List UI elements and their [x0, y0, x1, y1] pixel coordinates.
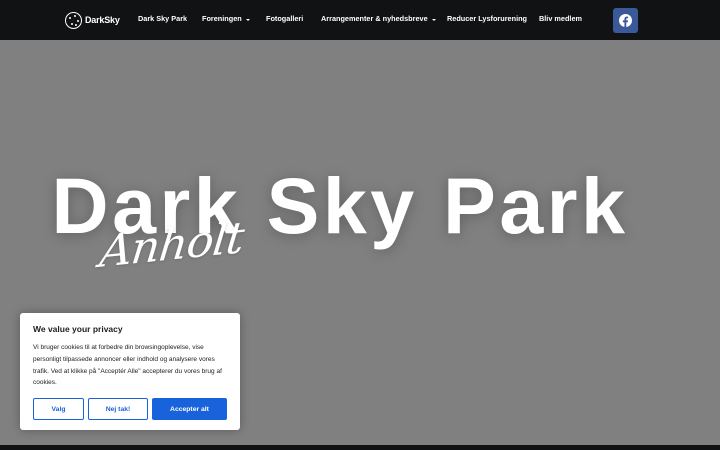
nav-item-label: Reducer Lysforurening [447, 14, 528, 23]
nav-item-label: Dark Sky Park [138, 14, 188, 23]
brand-name: DarkSky [85, 15, 120, 25]
facebook-button[interactable] [613, 8, 638, 33]
cookie-customize-button[interactable]: Valg [33, 398, 84, 420]
starry-sky-logo-icon [65, 11, 82, 29]
nav-item-label: Fotogalleri [266, 14, 304, 23]
cookie-reject-button[interactable]: Nej tak! [88, 398, 148, 420]
nav-item-fotogalleri[interactable]: Fotogalleri [266, 14, 303, 24]
site-logo[interactable]: DarkSky [65, 11, 120, 29]
nav-item-label: Foreningen [202, 14, 242, 23]
nav-item-label: Bliv medlem [539, 14, 582, 23]
cookie-consent-banner: We value your privacy Vi bruger cookies … [20, 313, 240, 430]
nav-item-bliv-medlem[interactable]: Bliv medlem [539, 14, 582, 24]
chevron-down-icon [431, 18, 436, 21]
nav-item-foreningen[interactable]: Foreningen [202, 14, 250, 24]
cookie-banner-text: Vi bruger cookies til at forbedre din br… [33, 344, 222, 387]
nav-item-label: Arrangementer & nyhedsbreve [321, 14, 428, 23]
nav-item-arrangementer[interactable]: Arrangementer & nyhedsbreve [321, 14, 436, 24]
nav-item-dark-sky-park[interactable]: Dark Sky Park [138, 14, 187, 24]
nav-item-reducer-lysforurening[interactable]: Reducer Lysforurening [447, 14, 527, 24]
cookie-banner-title: We value your privacy [33, 324, 123, 334]
bottom-edge-bar [0, 445, 720, 450]
cookie-accept-all-button[interactable]: Accepter alt [152, 398, 227, 420]
top-navbar: DarkSky Dark Sky Park Foreningen Fotogal… [0, 0, 720, 40]
chevron-down-icon [245, 18, 250, 21]
facebook-icon [619, 14, 632, 27]
